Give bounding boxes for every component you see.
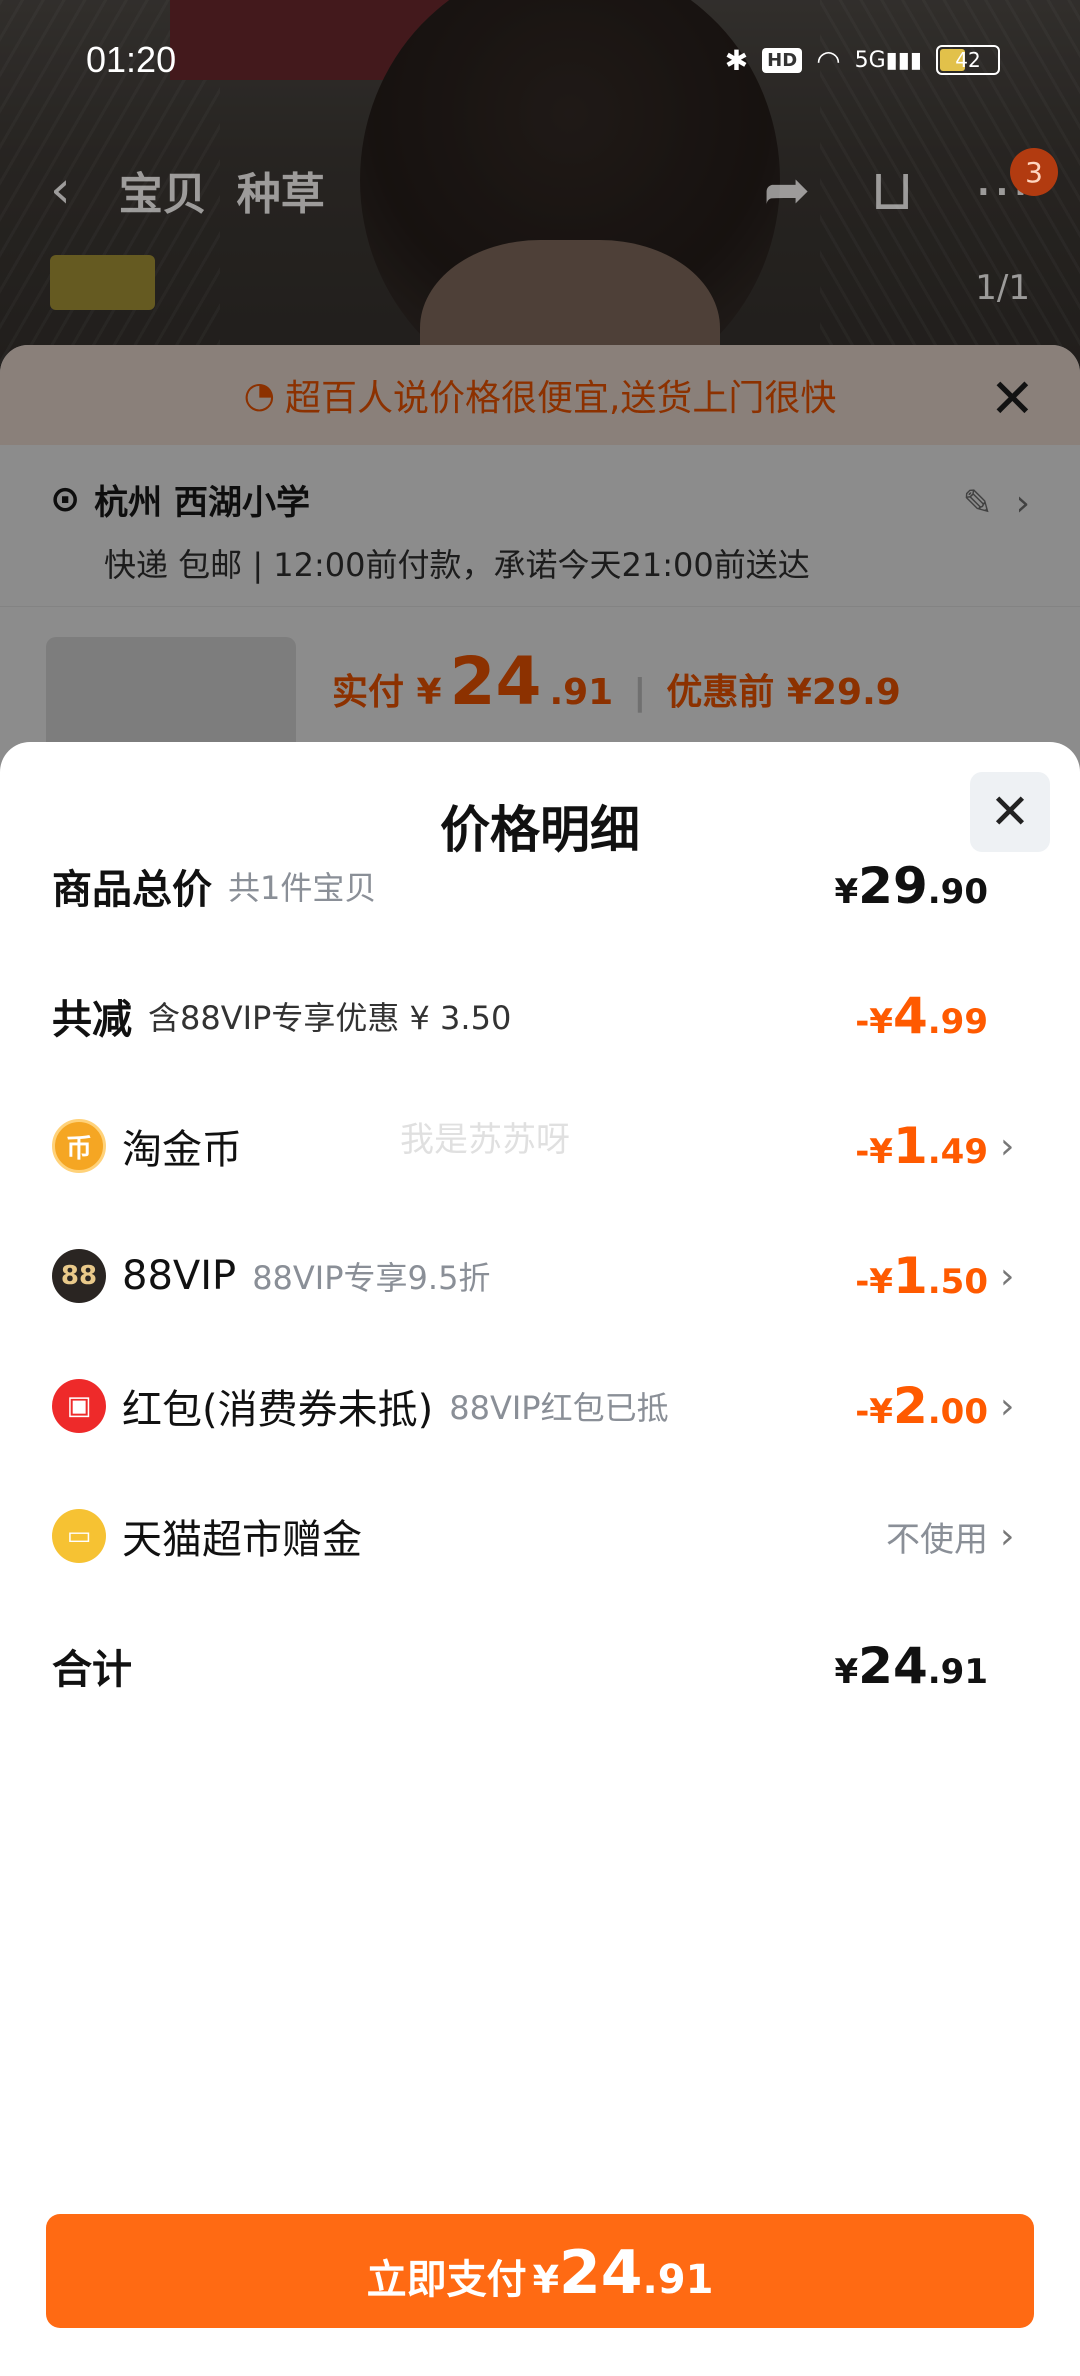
- row-amount: ¥29.90: [834, 857, 989, 915]
- close-icon: ✕: [989, 784, 1031, 840]
- price-detail-sheet: 价格明细 ✕ 商品总价 共1件宝贝 ¥29.90 › 共减 含88VIP专享优惠…: [0, 742, 1080, 2376]
- clock: 01:20: [86, 39, 177, 80]
- row-label: 88VIP: [122, 1253, 237, 1299]
- hd-icon: HD: [762, 47, 803, 73]
- chevron-right-icon: ›: [1000, 1515, 1015, 1557]
- battery-icon: 42: [936, 45, 1000, 75]
- wallet-icon: ▭: [52, 1509, 106, 1563]
- row-label: 天猫超市赠金: [122, 1517, 362, 1563]
- row-amount: -¥ 2.00: [855, 1377, 988, 1435]
- row-label: 合计: [52, 1647, 132, 1693]
- row-amount: -¥ 4.99: [855, 987, 988, 1045]
- share-icon[interactable]: ➦: [763, 158, 810, 223]
- chevron-right-icon: ›: [1000, 1255, 1015, 1297]
- row-sub: 88VIP专享9.5折: [252, 1259, 491, 1297]
- row-label: 共减: [52, 997, 132, 1043]
- cart-badge: 3: [1010, 148, 1058, 196]
- coin-icon: 币: [52, 1119, 106, 1173]
- row-sub: 含88VIP专享优惠 ¥ 3.50: [148, 999, 512, 1037]
- chevron-right-icon: ›: [1000, 1385, 1015, 1427]
- cart-icon[interactable]: ⊔: [870, 158, 914, 223]
- row-sub: 共1件宝贝: [228, 869, 377, 907]
- row-value: 不使用: [886, 1519, 988, 1560]
- row-sub: 88VIP红包已抵: [449, 1389, 669, 1427]
- row-label: 淘金币: [122, 1127, 242, 1173]
- row-total-price: 商品总价 共1件宝贝 ¥29.90 ›: [52, 846, 1022, 926]
- row-label: 商品总价: [52, 867, 212, 913]
- watermark: 我是苏苏呀: [400, 1120, 570, 1160]
- row-red-packet[interactable]: ▣ 红包(消费券未抵) 88VIP红包已抵 -¥ 2.00 ›: [52, 1366, 1022, 1446]
- row-amount: -¥ 1.50: [855, 1247, 988, 1305]
- image-counter: 1/1: [975, 268, 1030, 308]
- top-nav: ‹ 宝贝 种草 ➦ ⊔ ⋯ 3: [0, 130, 1080, 250]
- close-button[interactable]: ✕: [970, 772, 1050, 852]
- chevron-right-icon: ›: [1000, 1125, 1015, 1167]
- signal-icon: 5G▮▮▮: [854, 47, 922, 73]
- row-grand-total: 合计 ¥24.91 ›: [52, 1626, 1022, 1706]
- status-bar: 01:20 ✱ HD ◠ 5G▮▮▮ 42: [0, 0, 1080, 120]
- pay-now-button[interactable]: 立即支付 ¥ 24 .91: [46, 2214, 1034, 2328]
- wifi-icon: ◠: [816, 43, 841, 77]
- vip-icon: 88: [52, 1249, 106, 1303]
- tab-baobei[interactable]: 宝贝: [119, 158, 207, 222]
- row-amount: ¥24.91: [834, 1637, 989, 1695]
- row-88vip[interactable]: 88 88VIP 88VIP专享9.5折 -¥ 1.50 ›: [52, 1236, 1022, 1316]
- row-tmall-gift[interactable]: ▭ 天猫超市赠金 不使用 ›: [52, 1496, 1022, 1576]
- row-amount: -¥ 1.49: [855, 1117, 988, 1175]
- tab-zhongcao[interactable]: 种草: [237, 158, 325, 222]
- back-icon[interactable]: ‹: [50, 160, 71, 220]
- red-packet-icon: ▣: [52, 1379, 106, 1433]
- row-label: 红包(消费券未抵): [122, 1387, 434, 1433]
- row-total-discount: 共减 含88VIP专享优惠 ¥ 3.50 -¥4.99 ›: [52, 976, 1022, 1056]
- bluetooth-icon: ✱: [724, 43, 749, 77]
